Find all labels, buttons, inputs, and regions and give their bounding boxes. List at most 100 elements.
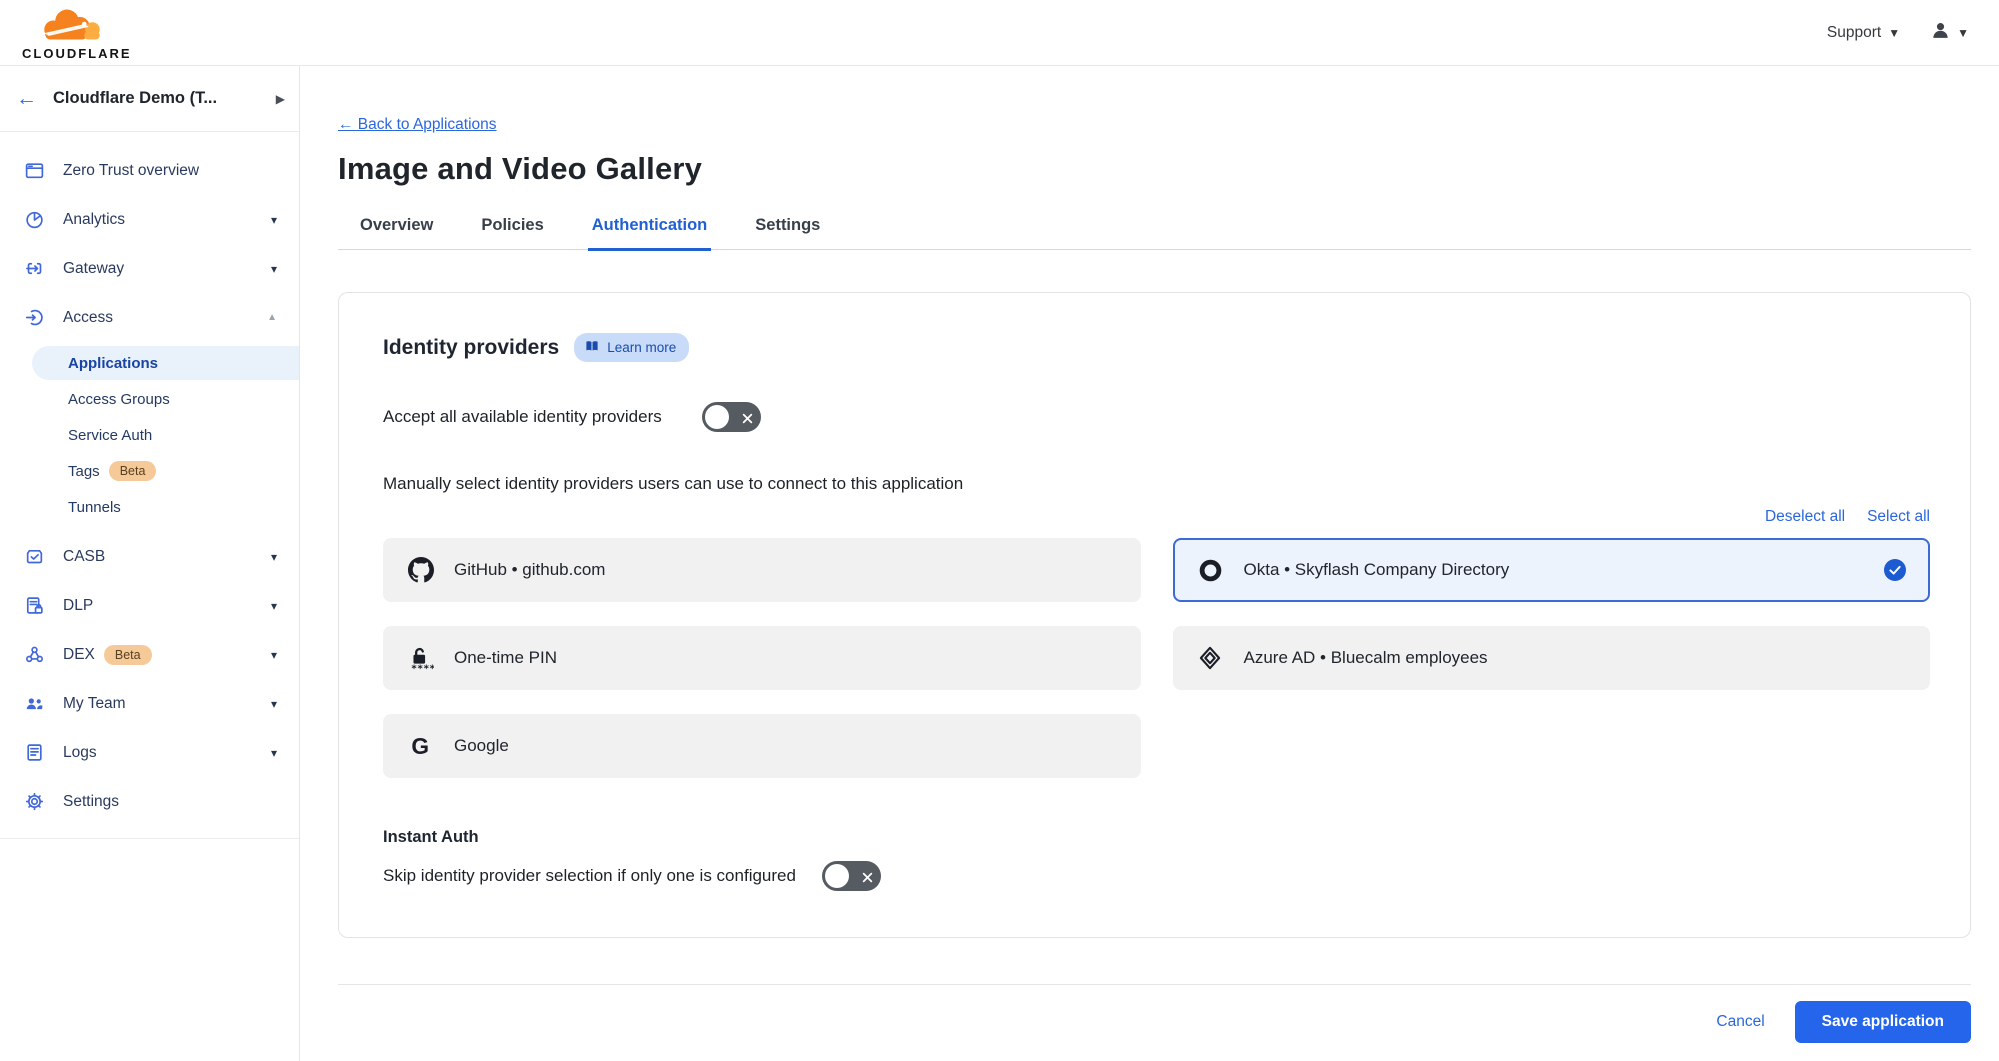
logs-icon [24,742,46,764]
sidebar-item-access-groups[interactable]: Access Groups [0,382,299,416]
user-avatar-icon [1930,20,1951,46]
provider-grid: GitHub • github.com Okta • Skyflash Comp… [383,538,1930,778]
toggle-knob [705,405,729,429]
provider-label: Okta • Skyflash Company Directory [1244,560,1510,580]
provider-label: One-time PIN [454,648,557,668]
sidebar-divider [0,838,299,839]
chevron-up-icon: ▲ [267,312,277,323]
cloudflare-wordmark: CLOUDFLARE [22,47,132,60]
chevron-down-icon: ▾ [271,550,277,564]
sidebar-item-tags[interactable]: Tags Beta [0,454,299,488]
back-to-applications-link[interactable]: ← Back to Applications [338,116,497,134]
provider-tile-github[interactable]: GitHub • github.com [383,538,1141,602]
sidebar-item-label: CASB [63,548,271,566]
sidebar-item-gateway[interactable]: Gateway ▾ [0,244,299,293]
subnav-label: Applications [68,355,158,372]
identity-providers-card: Identity providers Learn more Accept all… [338,292,1971,938]
sidebar-nav: Zero Trust overview Analytics ▾ Gateway … [0,132,299,839]
main-content: ← Back to Applications Image and Video G… [300,66,1999,1061]
sidebar-item-my-team[interactable]: My Team ▾ [0,679,299,728]
user-menu[interactable]: ▼ [1930,20,1969,46]
chevron-right-icon[interactable]: ▶ [276,92,285,106]
tab-overview[interactable]: Overview [356,216,437,251]
cloudflare-logo[interactable]: CLOUDFLARE [22,5,132,60]
top-header: CLOUDFLARE Support ▼ ▼ [0,0,1999,66]
sidebar-item-label: DLP [63,597,271,615]
sidebar-item-label: Gateway [63,260,271,278]
beta-badge: Beta [104,645,152,665]
gear-icon [24,791,46,813]
sidebar-item-tunnels[interactable]: Tunnels [0,490,299,524]
x-icon [742,411,753,429]
chevron-down-icon: ▾ [271,262,277,276]
sidebar-item-logs[interactable]: Logs ▾ [0,728,299,777]
learn-more-label: Learn more [607,340,676,355]
support-label: Support [1827,24,1881,42]
sidebar-item-dlp[interactable]: DLP ▾ [0,581,299,630]
tab-authentication[interactable]: Authentication [588,216,712,251]
save-application-button[interactable]: Save application [1795,1001,1971,1043]
sidebar-item-service-auth[interactable]: Service Auth [0,418,299,452]
tab-policies[interactable]: Policies [477,216,547,251]
book-icon [584,338,600,357]
overview-icon [24,160,46,182]
okta-icon [1197,557,1224,584]
provider-tile-azure-ad[interactable]: Azure AD • Bluecalm employees [1173,626,1931,690]
dex-icon [24,644,46,666]
provider-tile-okta[interactable]: Okta • Skyflash Company Directory [1173,538,1931,602]
select-all-link[interactable]: Select all [1867,508,1930,526]
chevron-down-icon: ▾ [271,697,277,711]
google-icon: G [407,733,434,760]
subnav-label: Access Groups [68,391,170,408]
sidebar-item-applications[interactable]: Applications [32,346,299,380]
provider-tile-google[interactable]: G Google [383,714,1141,778]
team-icon [24,693,46,715]
provider-label: GitHub • github.com [454,560,605,580]
gateway-icon [24,258,46,280]
chevron-down-icon: ▾ [271,213,277,227]
instant-auth-heading: Instant Auth [383,828,1930,847]
cancel-button[interactable]: Cancel [1716,1013,1764,1031]
deselect-all-link[interactable]: Deselect all [1765,508,1845,526]
skip-selection-label: Skip identity provider selection if only… [383,866,796,886]
instant-auth-toggle[interactable] [822,861,881,891]
accept-all-toggle[interactable] [702,402,761,432]
back-arrow-icon[interactable]: ← [16,87,37,111]
x-icon [862,870,873,888]
cloudflare-cloud-icon [31,5,123,49]
sidebar-item-label: Analytics [63,211,271,229]
sidebar-item-dex[interactable]: DEXBeta ▾ [0,630,299,679]
svg-text:G: G [411,733,429,759]
account-switcher[interactable]: ← Cloudflare Demo (T... ▶ [0,66,299,132]
sidebar-item-label: Settings [63,793,277,811]
provider-label: Azure AD • Bluecalm employees [1244,648,1488,668]
support-menu[interactable]: Support ▼ [1827,24,1900,42]
subnav-label: Tags [68,463,100,480]
sidebar: ← Cloudflare Demo (T... ▶ Zero Trust ove… [0,66,300,1061]
tab-settings[interactable]: Settings [751,216,824,251]
chevron-down-icon: ▼ [1888,26,1900,40]
chevron-down-icon: ▾ [271,599,277,613]
toggle-knob [825,864,849,888]
sidebar-item-settings[interactable]: Settings [0,777,299,826]
sidebar-item-zero-trust-overview[interactable]: Zero Trust overview [0,146,299,195]
sidebar-item-access[interactable]: Access ▲ [0,293,299,342]
subnav-label: Tunnels [68,499,121,516]
sidebar-item-label: Logs [63,744,271,762]
sidebar-item-casb[interactable]: CASB ▾ [0,532,299,581]
sidebar-item-label: Zero Trust overview [63,162,277,180]
provider-tile-one-time-pin[interactable]: **** One-time PIN [383,626,1141,690]
sidebar-item-analytics[interactable]: Analytics ▾ [0,195,299,244]
tab-bar: Overview Policies Authentication Setting… [338,216,1971,250]
learn-more-badge[interactable]: Learn more [574,333,689,362]
selected-check-icon [1884,559,1906,581]
sidebar-item-label: Access [63,309,267,327]
sidebar-item-label: My Team [63,695,271,713]
account-name: Cloudflare Demo (T... [53,89,276,108]
one-time-pin-icon: **** [407,645,434,672]
analytics-icon [24,209,46,231]
svg-text:****: **** [411,663,434,672]
chevron-down-icon: ▼ [1957,26,1969,40]
accept-all-label: Accept all available identity providers [383,407,662,427]
github-icon [407,557,434,584]
